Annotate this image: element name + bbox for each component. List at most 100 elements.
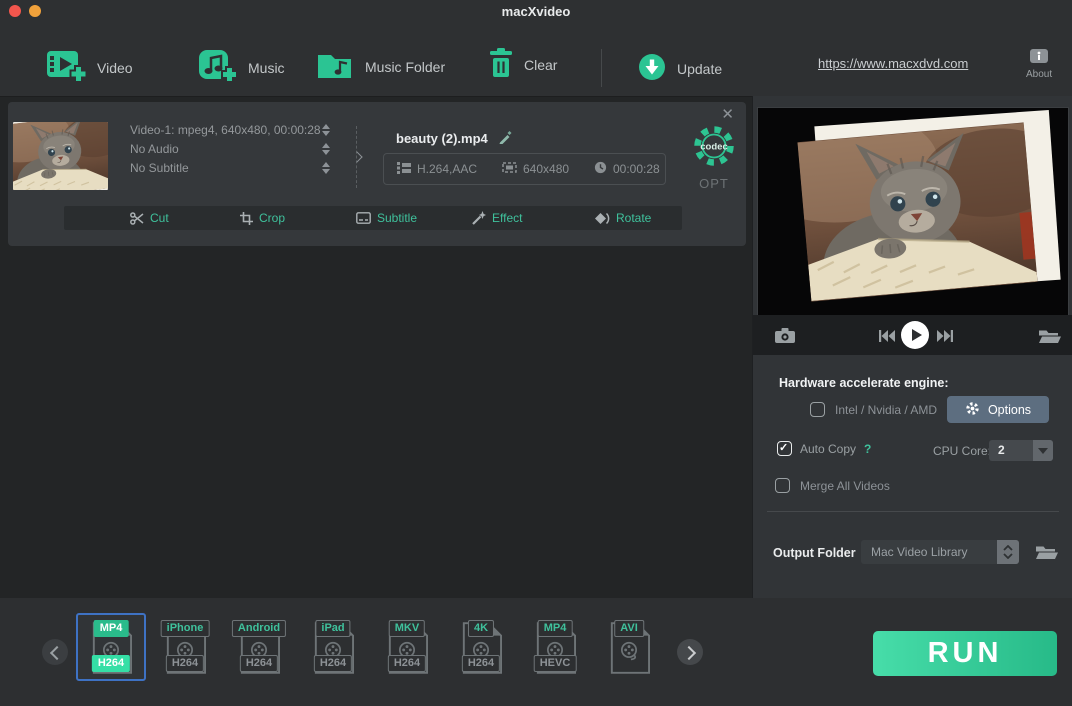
update-button[interactable]: Update bbox=[638, 53, 722, 84]
opt-label: OPT bbox=[699, 176, 729, 191]
snapshot-camera-button[interactable] bbox=[775, 328, 795, 348]
music-folder-icon bbox=[316, 50, 354, 83]
preset-format-label: MP4 bbox=[537, 620, 573, 637]
next-button[interactable] bbox=[937, 329, 953, 347]
cpu-core-value: 2 bbox=[998, 443, 1005, 457]
merge-checkbox[interactable] bbox=[775, 478, 790, 493]
presets-scroll-left-button[interactable] bbox=[42, 639, 68, 665]
rename-pencil-icon[interactable] bbox=[498, 130, 512, 147]
video-list-area: Video-1: mpeg4, 640x480, 00:00:28 No Aud… bbox=[0, 96, 752, 598]
add-music-button[interactable]: Music bbox=[197, 48, 285, 87]
preset-codec-label: H264 bbox=[91, 655, 131, 672]
about-button[interactable]: About bbox=[1026, 49, 1052, 80]
effect-label: Effect bbox=[492, 211, 523, 225]
cpu-core-dropdown[interactable]: 2 bbox=[989, 440, 1053, 461]
crop-label: Crop bbox=[259, 211, 286, 225]
preset-format-label: iPhone bbox=[160, 620, 210, 637]
codec-icon bbox=[397, 161, 411, 177]
preset-format-label: MP4 bbox=[93, 620, 129, 637]
subtitle-track-label: No Subtitle bbox=[130, 160, 189, 175]
auto-copy-help[interactable]: ? bbox=[864, 442, 871, 456]
resolution-value: 640x480 bbox=[523, 162, 570, 176]
preset-mkv-h264[interactable]: MKV H264 bbox=[372, 613, 442, 681]
preset-ipad-h264[interactable]: iPad H264 bbox=[298, 613, 368, 681]
about-label: About bbox=[1026, 69, 1053, 80]
remove-item-button[interactable]: ✕ bbox=[721, 107, 734, 122]
auto-copy-label: Auto Copy bbox=[800, 441, 857, 456]
rotate-label: Rotate bbox=[616, 211, 652, 225]
options-button[interactable]: Options bbox=[947, 396, 1049, 423]
preset-mp4-hevc[interactable]: MP4 HEVC bbox=[520, 613, 590, 681]
subtitle-track-row: No Subtitle bbox=[130, 158, 330, 177]
codec-value: H.264,AAC bbox=[417, 162, 478, 176]
preset-codec-label: H264 bbox=[165, 655, 205, 672]
video-preview bbox=[757, 107, 1069, 317]
video-item-card: Video-1: mpeg4, 640x480, 00:00:28 No Aud… bbox=[8, 102, 746, 246]
previous-button[interactable] bbox=[879, 329, 895, 347]
merge-label: Merge All Videos bbox=[800, 478, 890, 493]
add-video-label: Video bbox=[97, 59, 133, 76]
effect-button[interactable]: Effect bbox=[472, 206, 522, 230]
audio-track-row: No Audio bbox=[130, 139, 330, 158]
run-button[interactable]: RUN bbox=[873, 631, 1057, 676]
cut-label: Cut bbox=[150, 211, 169, 225]
video-add-icon bbox=[46, 48, 88, 87]
panel-divider bbox=[767, 511, 1059, 512]
subtitle-icon bbox=[356, 212, 371, 224]
svg-text:codec: codec bbox=[700, 142, 727, 153]
clear-button[interactable]: Clear bbox=[489, 48, 557, 81]
filename-label: beauty (2).mp4 bbox=[396, 131, 488, 146]
preset-codec-label: HEVC bbox=[533, 655, 577, 672]
open-preview-folder-button[interactable] bbox=[1039, 328, 1061, 348]
preset-codec-label: H264 bbox=[313, 655, 353, 672]
preview-settings-panel: Hardware accelerate engine: Intel / Nvid… bbox=[752, 96, 1072, 598]
website-link[interactable]: https://www.macxdvd.com bbox=[818, 56, 968, 71]
codec-options-button[interactable]: codec OPT bbox=[687, 122, 741, 191]
magic-wand-icon bbox=[472, 211, 486, 225]
preset-iphone-h264[interactable]: iPhone H264 bbox=[150, 613, 220, 681]
chevron-right-icon bbox=[351, 151, 363, 163]
subtitle-button[interactable]: Subtitle bbox=[356, 206, 417, 230]
play-icon bbox=[912, 329, 922, 341]
cpu-core-label: CPU Core: bbox=[933, 444, 992, 458]
video-thumbnail[interactable] bbox=[13, 122, 108, 190]
auto-copy-checkbox[interactable] bbox=[777, 441, 792, 456]
preset-format-label: AVI bbox=[614, 620, 644, 637]
gear-icon bbox=[965, 401, 980, 419]
preset-codec-label: H264 bbox=[387, 655, 427, 672]
codec-gear-icon: codec bbox=[694, 126, 734, 166]
preset-format-label: Android bbox=[231, 620, 287, 637]
browse-output-folder-button[interactable] bbox=[1036, 544, 1058, 564]
preset-4k-h264[interactable]: 4K H264 bbox=[446, 613, 516, 681]
trash-icon bbox=[489, 48, 513, 81]
preset-format-label: 4K bbox=[467, 620, 495, 637]
preset-format-label: MKV bbox=[388, 620, 426, 637]
video-track-label: Video-1: mpeg4, 640x480, 00:00:28 bbox=[130, 122, 321, 137]
clock-icon bbox=[594, 161, 607, 177]
app-window: macXvideo Video Music Music Folder Clear… bbox=[0, 0, 1072, 706]
output-folder-dropdown[interactable]: Mac Video Library bbox=[861, 540, 1019, 564]
options-label: Options bbox=[987, 402, 1032, 417]
add-music-folder-button[interactable]: Music Folder bbox=[316, 50, 445, 83]
chevron-down-icon bbox=[1033, 440, 1053, 461]
hw-accel-label: Intel / Nvidia / AMD bbox=[835, 402, 938, 417]
presets-scroll-right-button[interactable] bbox=[677, 639, 703, 665]
subtitle-label: Subtitle bbox=[377, 211, 418, 225]
hw-accel-checkbox[interactable] bbox=[810, 402, 825, 417]
rotate-button[interactable]: Rotate bbox=[594, 206, 651, 230]
info-icon bbox=[1030, 49, 1049, 66]
subtitle-track-stepper[interactable] bbox=[322, 161, 330, 174]
preset-list: MP4 H264 iPhone H264 Android H264 iPad H… bbox=[76, 613, 668, 681]
title-bar: macXvideo bbox=[0, 0, 1072, 22]
audio-track-stepper[interactable] bbox=[322, 142, 330, 155]
preset-android-h264[interactable]: Android H264 bbox=[224, 613, 294, 681]
output-folder-label: Output Folder bbox=[773, 546, 856, 560]
media-info-pill: H.264,AAC 640x480 00:00:28 bbox=[383, 153, 666, 185]
cut-button[interactable]: Cut bbox=[130, 206, 169, 230]
preset-avi[interactable]: AVI bbox=[594, 613, 664, 681]
crop-button[interactable]: Crop bbox=[240, 206, 285, 230]
play-button[interactable] bbox=[901, 321, 929, 349]
preset-mp4-h264[interactable]: MP4 H264 bbox=[76, 613, 146, 681]
video-track-stepper[interactable] bbox=[322, 123, 330, 136]
add-video-button[interactable]: Video bbox=[46, 48, 133, 87]
